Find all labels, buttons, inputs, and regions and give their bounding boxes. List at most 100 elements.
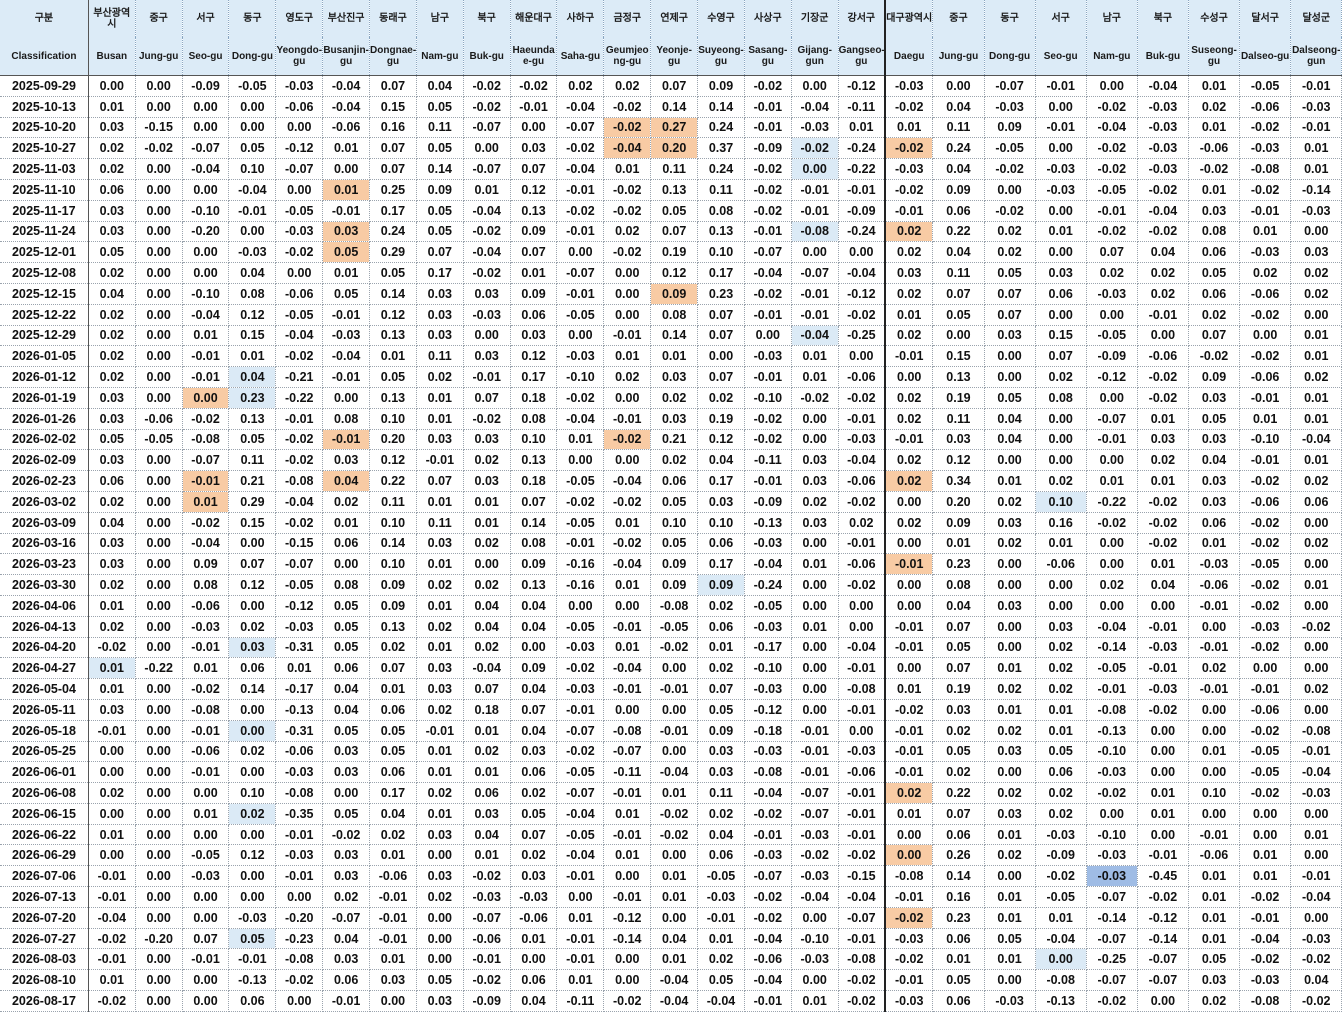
table-row: 2026-02-23 0.06 0.00 -0.01 0.21 -0.08 0.04 0.22… — [0, 470, 1342, 492]
header-english-26: Dalseong-gun — [1290, 37, 1342, 76]
table-cell: -0.04 — [556, 96, 605, 118]
table-row: 2026-06-22 0.01 0.00 0.00 0.00 -0.01 -0.02 0.02… — [0, 824, 1342, 846]
table-row: 2025-11-24 0.03 0.00 -0.20 0.00 -0.03 0.03 0.24… — [0, 221, 1342, 243]
table-cell: -0.01 — [791, 741, 839, 763]
table-cell: -0.04 — [228, 179, 277, 201]
table-cell: 0.02 — [885, 470, 934, 492]
table-cell: -0.07 — [556, 782, 605, 804]
table-cell: -0.06 — [1188, 574, 1241, 596]
table-cell: 0.07 — [228, 553, 277, 576]
table-cell: 0.02 — [88, 366, 136, 388]
table-cell: 0.01 — [182, 325, 230, 347]
table-cell: 0.00 — [135, 221, 183, 243]
table-cell: 0.03 — [984, 803, 1036, 825]
table-cell: -0.12 — [275, 137, 324, 160]
table-cell: -0.04 — [556, 408, 605, 430]
table-cell: -0.02 — [603, 491, 652, 513]
table-cell: 0.03 — [416, 865, 464, 888]
table-cell: 0.05 — [369, 262, 417, 284]
table-cell: 0.07 — [510, 699, 558, 721]
table-cell: -0.01 — [228, 200, 277, 222]
table-cell: 0.02 — [463, 741, 511, 763]
table-cell: 0.01 — [88, 824, 136, 846]
table-cell: -0.12 — [744, 699, 792, 721]
table-cell: 0.22 — [369, 470, 417, 492]
table-cell: 0.01 — [369, 678, 417, 700]
table-cell: 0.07 — [510, 241, 558, 264]
table-cell: 0.00 — [135, 241, 183, 264]
table-cell: -0.01 — [603, 678, 652, 700]
table-cell: 0.02 — [556, 75, 605, 97]
table-cell: -0.07 — [744, 241, 792, 264]
table-cell: -0.01 — [791, 200, 839, 222]
table-cell: 0.06 — [510, 304, 558, 326]
table-cell: 0.00 — [650, 844, 699, 867]
table-cell: -0.01 — [463, 366, 511, 388]
table-cell: -0.05 — [556, 304, 605, 326]
table-cell: 0.00 — [135, 158, 183, 180]
table-cell: -0.02 — [1239, 720, 1292, 742]
row-date: 2026-06-22 — [0, 824, 89, 846]
table-cell: -0.02 — [838, 387, 886, 409]
table-cell: 0.13 — [228, 408, 277, 430]
table-cell: 0.00 — [228, 865, 277, 888]
table-cell: 0.21 — [650, 429, 699, 451]
table-cell: -0.03 — [463, 886, 511, 908]
table-row: 2025-12-01 0.05 0.00 0.00 -0.03 -0.02 0.05 0.29… — [0, 241, 1342, 264]
table-cell: 0.04 — [650, 928, 699, 950]
table-cell: 0.02 — [369, 824, 417, 846]
table-cell: 0.01 — [416, 637, 464, 659]
table-cell: -0.05 — [697, 865, 745, 888]
table-cell: 0.01 — [416, 761, 464, 784]
table-cell: -0.01 — [603, 325, 652, 347]
table-cell: 0.01 — [416, 387, 464, 409]
table-cell: 0.05 — [322, 720, 371, 742]
table-cell: -0.01 — [603, 782, 652, 804]
table-cell: 0.00 — [1239, 824, 1292, 846]
table-cell: -0.02 — [1290, 616, 1342, 638]
table-cell: 0.00 — [88, 803, 136, 825]
table-cell: 0.03 — [984, 741, 1036, 763]
table-cell: 0.20 — [932, 491, 985, 513]
table-cell: 0.05 — [1188, 262, 1241, 284]
table-cell: 0.05 — [1035, 741, 1087, 763]
table-cell: -0.02 — [556, 137, 605, 160]
table-cell: -0.01 — [885, 616, 934, 638]
table-cell: -0.02 — [838, 491, 886, 513]
table-cell: -0.07 — [791, 782, 839, 804]
table-cell: -0.08 — [1239, 990, 1292, 1012]
table-cell: 0.01 — [369, 345, 417, 368]
table-cell: -0.01 — [322, 304, 371, 326]
table-cell: -0.03 — [1035, 824, 1087, 846]
table-cell: 0.00 — [744, 325, 792, 347]
table-cell: 0.34 — [932, 470, 985, 492]
table-cell: 0.00 — [135, 720, 183, 742]
table-cell: -0.04 — [556, 844, 605, 867]
table-cell: 0.12 — [932, 449, 985, 472]
table-cell: -0.04 — [650, 990, 699, 1012]
table-cell: 0.10 — [650, 512, 699, 534]
table-cell: -0.01 — [416, 449, 464, 472]
table-cell: -0.07 — [463, 158, 511, 180]
table-cell: -0.04 — [182, 158, 230, 180]
table-cell: 0.00 — [182, 387, 230, 409]
table-cell: 0.09 — [1188, 366, 1241, 388]
table-cell: 0.01 — [1188, 928, 1241, 950]
table-cell: -0.01 — [369, 886, 417, 908]
row-date: 2026-08-03 — [0, 948, 89, 971]
table-cell: -0.14 — [603, 928, 652, 950]
table-cell: -0.03 — [1035, 158, 1087, 180]
row-date: 2025-11-24 — [0, 221, 89, 243]
table-cell: -0.02 — [1239, 533, 1292, 555]
table-cell: -0.01 — [885, 741, 934, 763]
table-cell: -0.05 — [1086, 179, 1138, 201]
table-cell: -0.04 — [744, 553, 792, 576]
header-english-16: Gijang-gun — [791, 37, 839, 76]
table-cell: -0.01 — [744, 117, 792, 139]
table-cell: 0.03 — [416, 990, 464, 1012]
table-cell: 0.01 — [416, 595, 464, 617]
table-cell: 0.27 — [650, 117, 699, 139]
table-cell: 0.07 — [932, 657, 985, 680]
table-cell: -0.02 — [88, 928, 136, 950]
header-english-23: Buk-gu — [1137, 37, 1189, 76]
